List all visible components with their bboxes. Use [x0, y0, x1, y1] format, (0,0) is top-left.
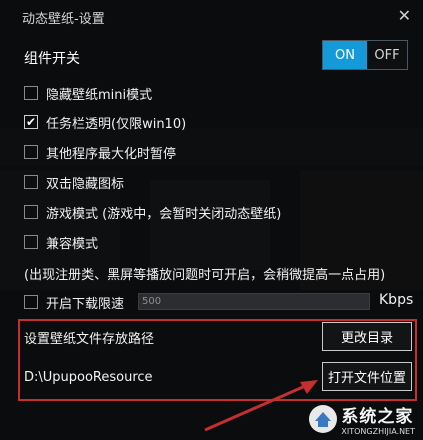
option-label: 任务栏透明(仅限win10) — [46, 116, 187, 132]
component-toggle[interactable]: ON OFF — [322, 40, 408, 70]
option-pause-when-maximized[interactable]: 其他程序最大化时暂停 — [24, 142, 176, 162]
compat-mode-note: (出现注册类、黑屏等播放问题时可开启，会稍微提高一点占用) — [24, 268, 386, 283]
storage-path-label: 设置壁纸文件存放路径 — [24, 332, 155, 347]
watermark-url: XITONGZHIJIA.NET — [341, 427, 415, 436]
checkbox[interactable] — [24, 235, 38, 249]
checkbox[interactable]: ✔ — [24, 115, 38, 129]
option-label: 隐藏壁纸mini模式 — [46, 87, 153, 103]
option-label: 其他程序最大化时暂停 — [46, 146, 177, 162]
checkbox[interactable] — [24, 86, 38, 100]
open-file-location-button[interactable]: 打开文件位置 — [322, 362, 412, 391]
checkbox[interactable] — [24, 175, 38, 189]
option-hide-mini-mode[interactable]: 隐藏壁纸mini模式 — [24, 83, 152, 103]
download-limit-unit: Kbps — [379, 292, 414, 308]
option-double-click-hide-icons[interactable]: 双击隐藏图标 — [24, 172, 124, 192]
option-label: 双击隐藏图标 — [46, 176, 125, 192]
component-switch-label: 组件开关 — [24, 51, 80, 67]
option-download-limit[interactable]: 开启下载限速 — [24, 292, 124, 312]
toggle-on-option[interactable]: ON — [323, 41, 367, 69]
checkbox[interactable] — [24, 205, 38, 219]
settings-dialog: 动态壁纸-设置 ✕ 组件开关 ON OFF 隐藏壁纸mini模式 ✔ 任务栏透明… — [0, 0, 423, 440]
toggle-off-option[interactable]: OFF — [367, 41, 407, 69]
option-taskbar-transparent[interactable]: ✔ 任务栏透明(仅限win10) — [24, 112, 186, 132]
download-limit-input[interactable] — [138, 293, 370, 310]
dialog-title: 动态壁纸-设置 — [22, 12, 105, 27]
option-label: 游戏模式 (游戏中，会暂时关闭动态壁纸) — [46, 206, 282, 222]
option-label: 兼容模式 — [46, 236, 99, 252]
site-watermark: 系统之家 XITONGZHIJIA.NET — [309, 402, 415, 436]
storage-path-value: D:\UpupooResource — [24, 370, 153, 385]
change-directory-button[interactable]: 更改目录 — [322, 322, 412, 351]
checkbox[interactable] — [24, 295, 38, 309]
close-icon[interactable]: ✕ — [398, 8, 411, 24]
option-compat-mode[interactable]: 兼容模式 — [24, 232, 98, 252]
watermark-name: 系统之家 — [341, 407, 414, 427]
option-game-mode[interactable]: 游戏模式 (游戏中，会暂时关闭动态壁纸) — [24, 202, 281, 222]
watermark-logo-icon — [309, 405, 338, 433]
option-label: 开启下载限速 — [46, 296, 125, 312]
checkbox[interactable] — [24, 145, 38, 159]
